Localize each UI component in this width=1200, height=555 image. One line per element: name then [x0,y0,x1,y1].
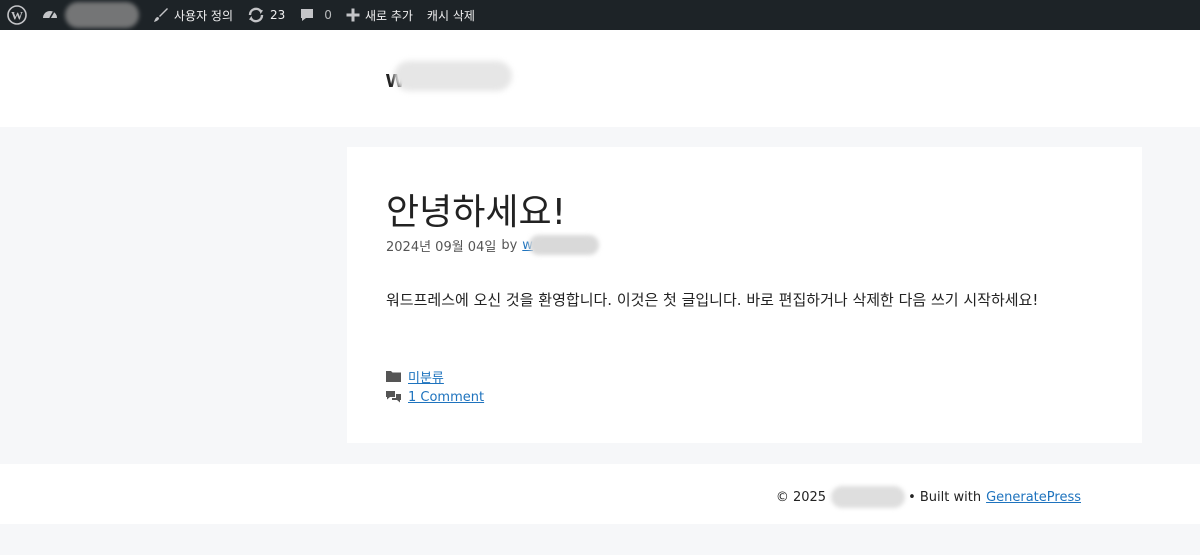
post-by-label: by [501,237,518,253]
updates-refresh-icon [248,7,264,23]
comments-icon [386,391,401,403]
category-link[interactable]: 미분류 [408,367,444,386]
updates-count: 23 [270,8,286,22]
comment-bubble-icon [301,9,314,21]
updates-button[interactable]: 23 [240,0,292,30]
post-card: 안녕하세요! 2024년 09월 04일 by w 워드프레스에 오신 것을 환… [347,147,1142,443]
blurred-site-name [65,2,139,28]
generatepress-link[interactable]: GeneratePress [986,490,1081,505]
blurred-site-title [394,61,512,91]
wordpress-logo-icon: W [7,5,27,25]
wordpress-logo-menu[interactable]: W [0,0,34,30]
site-footer: © 2025 • Built with GeneratePress [0,464,1200,524]
post-footer-meta: 미분류 1 Comment [386,366,484,408]
post-date: 2024년 09월 04일 [386,239,497,255]
new-content-label: 새로 추가 [364,8,413,23]
comments-button[interactable]: 0 [292,0,339,30]
post-meta: 2024년 09월 04일 by w [386,235,599,255]
customize-button[interactable]: 사용자 정의 [146,0,240,30]
clear-cache-label: 캐시 삭제 [426,8,475,23]
dashboard-gauge-icon [43,11,57,19]
blurred-author-name [528,235,599,255]
post-content: 워드프레스에 오신 것을 환영합니다. 이것은 첫 글입니다. 바로 편집하거나… [386,291,1039,309]
folder-icon [386,371,401,382]
comments-row: 1 Comment [386,387,484,408]
blurred-site-name-footer [831,486,906,508]
comments-link[interactable]: 1 Comment [408,390,484,405]
category-row: 미분류 [386,366,484,387]
plus-icon [346,8,360,22]
new-content-button[interactable]: 새로 추가 [339,0,420,30]
customize-label: 사용자 정의 [174,8,234,23]
comments-count: 0 [324,8,332,22]
copyright: © 2025 • Built with GeneratePress [776,486,1081,508]
copyright-text: © 2025 [775,489,827,505]
paintbrush-icon [154,8,168,22]
svg-text:W: W [11,9,23,23]
built-with-text: • Built with [908,489,982,505]
site-name-menu[interactable] [34,0,146,30]
post-title: 안녕하세요! [386,192,567,233]
admin-bar: W 사용자 정의 23 0 새로 추가 캐시 삭제 [0,0,1200,30]
clear-cache-button[interactable]: 캐시 삭제 [420,0,482,30]
site-header: w [0,30,1200,127]
